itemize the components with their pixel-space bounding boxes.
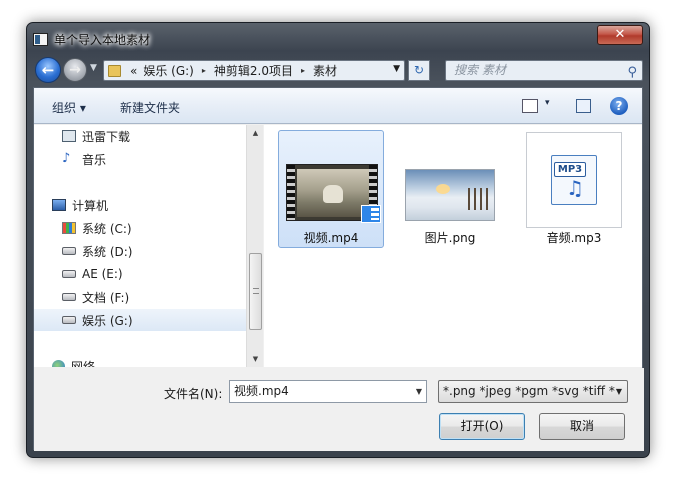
title-bar[interactable]: 单个导入本地素材 ✕ [27,23,649,55]
file-list: 视频.mp4 图片.png MP3 ♫ 音频.mp3 [264,125,642,367]
mp3-badge: MP3 [554,162,586,177]
new-folder-button[interactable]: 新建文件夹 [120,99,180,116]
music-icon: ♪ [62,151,71,166]
file-name-audio[interactable]: 音频.mp3 [514,229,634,246]
nav-item-drive-d[interactable]: 系统 (D:) [34,240,246,262]
nav-item-label: 网络 [71,359,96,368]
network-icon [52,359,65,367]
navigation-pane: 迅雷下载 ♪ 音乐 计算机 系统 (C:) 系统 (D:) AE (E:) 文档… [34,125,246,367]
drive-icon [62,293,76,301]
nav-item-label: 计算机 [72,198,109,213]
nav-item-music[interactable]: ♪ 音乐 [34,148,246,170]
folder-icon [108,64,121,77]
file-name-image[interactable]: 图片.png [390,229,510,246]
audio-file-icon: MP3 ♫ [551,155,597,205]
scroll-down-icon[interactable]: ▼ [247,351,264,367]
breadcrumb-separator[interactable]: ▸ [202,66,206,75]
filename-label: 文件名(N): [164,387,223,401]
video-file-badge-icon [361,205,381,223]
nav-item-network[interactable]: 网络 [34,355,246,367]
film-strip-icon [287,165,295,220]
dialog-footer: 文件名(N): 视频.mp4 ▼ *.png *jpeg *pgm *svg *… [34,368,644,451]
nav-item-drive-g[interactable]: 娱乐 (G:) [34,309,246,331]
nav-item-label: 系统 (D:) [82,244,133,259]
address-bar: ← → ▼ « 娱乐 (G:) ▸ 神剪辑2.0项目 ▸ 素材 ▼ ↻ 搜索 素… [33,57,643,83]
navigation-scrollbar[interactable]: ▲ ▼ [246,125,263,367]
nav-item-label: AE (E:) [82,267,123,281]
file-name-video[interactable]: 视频.mp4 [271,229,391,246]
chevron-down-icon: ▼ [90,63,97,73]
breadcrumb-separator[interactable]: ▸ [301,66,305,75]
chevron-down-icon[interactable]: ▼ [416,381,422,402]
close-button[interactable]: ✕ [597,25,643,45]
open-button[interactable]: 打开(O) [439,413,525,440]
system-drive-icon [62,222,76,234]
nav-item-computer[interactable]: 计算机 [34,194,246,216]
window-title: 单个导入本地素材 [54,33,151,47]
view-dropdown-icon[interactable]: ▾ [545,98,550,108]
preview-pane-icon[interactable] [576,99,591,113]
nav-item-label: 音乐 [82,152,107,167]
computer-icon [52,199,66,211]
drive-icon [62,247,76,255]
arrow-left-icon: ← [41,61,55,79]
forward-button[interactable]: → [63,58,87,82]
organize-menu[interactable]: 组织 ▾ [52,99,86,116]
filetype-value: *.png *jpeg *pgm *svg *tiff * [443,384,615,398]
music-note-icon: ♫ [566,176,584,200]
breadcrumb-assets[interactable]: 素材 [313,62,337,79]
back-button[interactable]: ← [35,57,61,83]
fence-image [468,188,490,210]
nav-item-label: 迅雷下载 [82,129,131,144]
scroll-thumb[interactable] [249,253,262,330]
refresh-icon: ↻ [413,63,425,77]
nav-item-drive-f[interactable]: 文档 (F:) [34,286,246,308]
nav-item-label: 文档 (F:) [82,290,130,305]
dialog-body: 组织 ▾ 新建文件夹 ▾ ? 迅雷下载 ♪ 音乐 计算机 系统 (C:) 系统 … [33,87,644,451]
address-dropdown-icon[interactable]: ▼ [393,64,400,74]
search-input[interactable]: 搜索 素材 ⚲ [445,60,643,81]
view-icon[interactable] [522,99,538,113]
arrow-right-icon: → [69,62,81,78]
grip-icon [253,288,259,294]
search-icon[interactable]: ⚲ [627,63,637,82]
window-app-icon [33,33,48,46]
drive-icon [62,316,76,324]
download-folder-icon [62,130,76,142]
nav-item-label: 娱乐 (G:) [82,313,133,328]
video-frame-image [297,169,369,217]
file-dialog-window: 单个导入本地素材 ✕ ← → ▼ « 娱乐 (G:) ▸ 神剪辑2.0项目 ▸ … [26,22,650,458]
filename-value: 视频.mp4 [234,384,289,398]
breadcrumb-overflow[interactable]: « [130,64,137,78]
refresh-button[interactable]: ↻ [408,60,430,81]
audio-thumbnail[interactable]: MP3 ♫ [526,132,622,228]
command-bar: 组织 ▾ 新建文件夹 ▾ ? [34,88,642,124]
nav-item-label: 系统 (C:) [82,221,132,236]
chevron-down-icon[interactable]: ▼ [616,381,622,402]
image-thumbnail[interactable] [405,169,495,221]
nav-item-xunlei[interactable]: 迅雷下载 [34,125,246,147]
cancel-button[interactable]: 取消 [539,413,625,440]
recent-locations-dropdown[interactable]: ▼ [90,63,97,73]
help-icon[interactable]: ? [610,97,628,115]
scroll-up-icon[interactable]: ▲ [247,125,264,141]
breadcrumb[interactable]: « 娱乐 (G:) ▸ 神剪辑2.0项目 ▸ 素材 ▼ [103,60,405,81]
drive-icon [62,270,76,278]
breadcrumb-drive-g[interactable]: 娱乐 (G:) [143,62,194,79]
filetype-select[interactable]: *.png *jpeg *pgm *svg *tiff * ▼ [438,380,628,403]
nav-item-drive-e[interactable]: AE (E:) [34,263,246,285]
video-thumbnail[interactable] [286,164,381,223]
search-placeholder: 搜索 素材 [454,63,506,77]
nav-item-drive-c[interactable]: 系统 (C:) [34,217,246,239]
breadcrumb-project[interactable]: 神剪辑2.0项目 [214,62,293,79]
filename-input[interactable]: 视频.mp4 ▼ [229,380,427,403]
